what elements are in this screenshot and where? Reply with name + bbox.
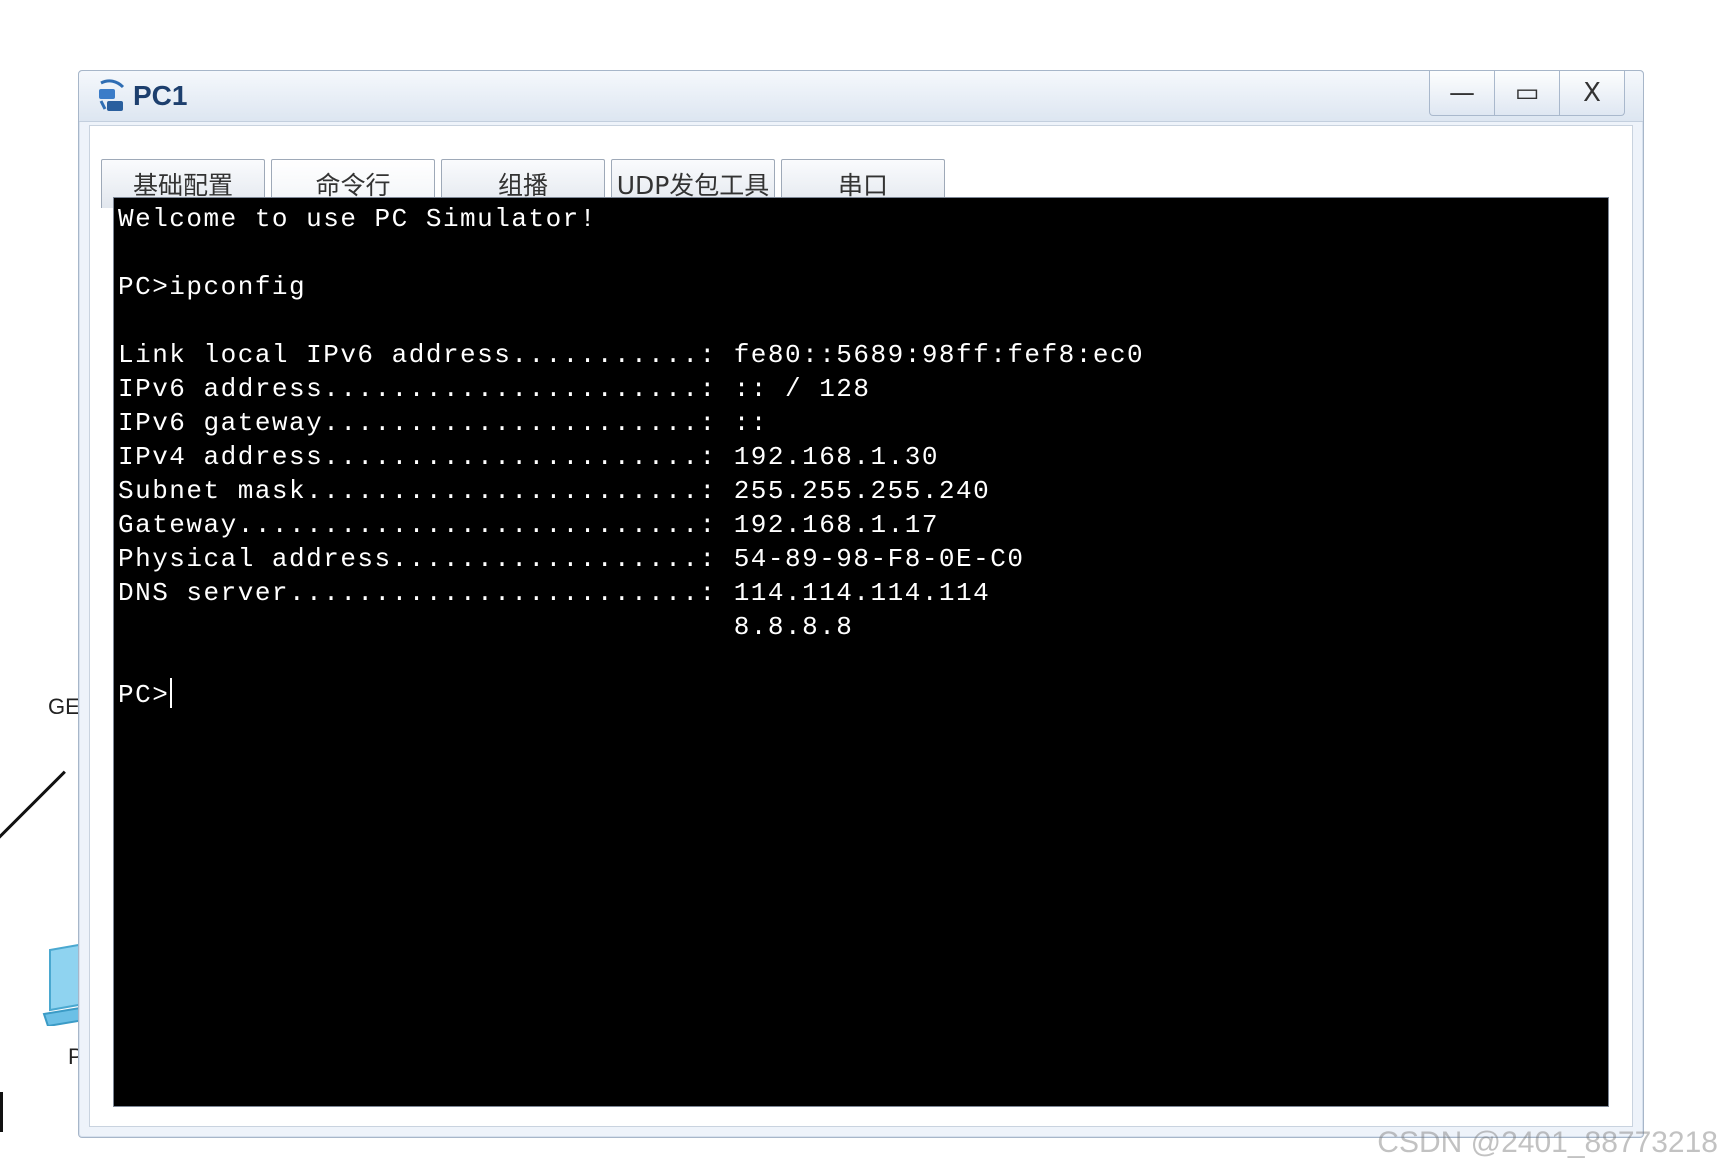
terminal-output: Welcome to use PC Simulator! PC>ipconfig… <box>118 202 1144 712</box>
terminal-line: Subnet mask.......................: 255.… <box>118 476 991 506</box>
terminal-line: DNS server........................: 114.… <box>118 578 991 608</box>
terminal-line: PC>ipconfig <box>118 272 307 302</box>
minimize-button[interactable]: — <box>1429 71 1495 116</box>
close-button[interactable]: X <box>1559 71 1625 116</box>
window-titlebar[interactable]: PC1 — ▭ X <box>79 71 1643 122</box>
maximize-button[interactable]: ▭ <box>1494 71 1560 116</box>
terminal-line: IPv6 address......................: :: /… <box>118 374 871 404</box>
terminal-line: Link local IPv6 address...........: fe80… <box>118 340 1145 370</box>
terminal-prompt: PC> <box>118 680 170 710</box>
text-cursor <box>170 678 173 708</box>
pc1-window: PC1 — ▭ X 基础配置 命令行 组播 UDP发包工具 串口 Welcome… <box>78 70 1644 1138</box>
port-label: GE <box>48 694 80 719</box>
terminal-line: Gateway...........................: 192.… <box>118 510 939 540</box>
topology-link-line <box>0 770 66 858</box>
terminal-line: IPv6 gateway......................: :: <box>118 408 768 438</box>
network-pc-icon <box>99 79 125 111</box>
window-title: PC1 <box>133 80 188 111</box>
terminal-line: 8.8.8.8 <box>118 612 854 642</box>
watermark: CSDN @2401_88773218 <box>1377 1126 1718 1159</box>
terminal-line: Welcome to use PC Simulator! <box>118 204 597 234</box>
terminal-line: IPv4 address......................: 192.… <box>118 442 939 472</box>
window-controls: — ▭ X <box>1429 71 1625 116</box>
terminal-console[interactable]: Welcome to use PC Simulator! PC>ipconfig… <box>113 197 1609 1107</box>
terminal-line: Physical address..................: 54-8… <box>118 544 1025 574</box>
topology-edge-line <box>0 1092 3 1132</box>
